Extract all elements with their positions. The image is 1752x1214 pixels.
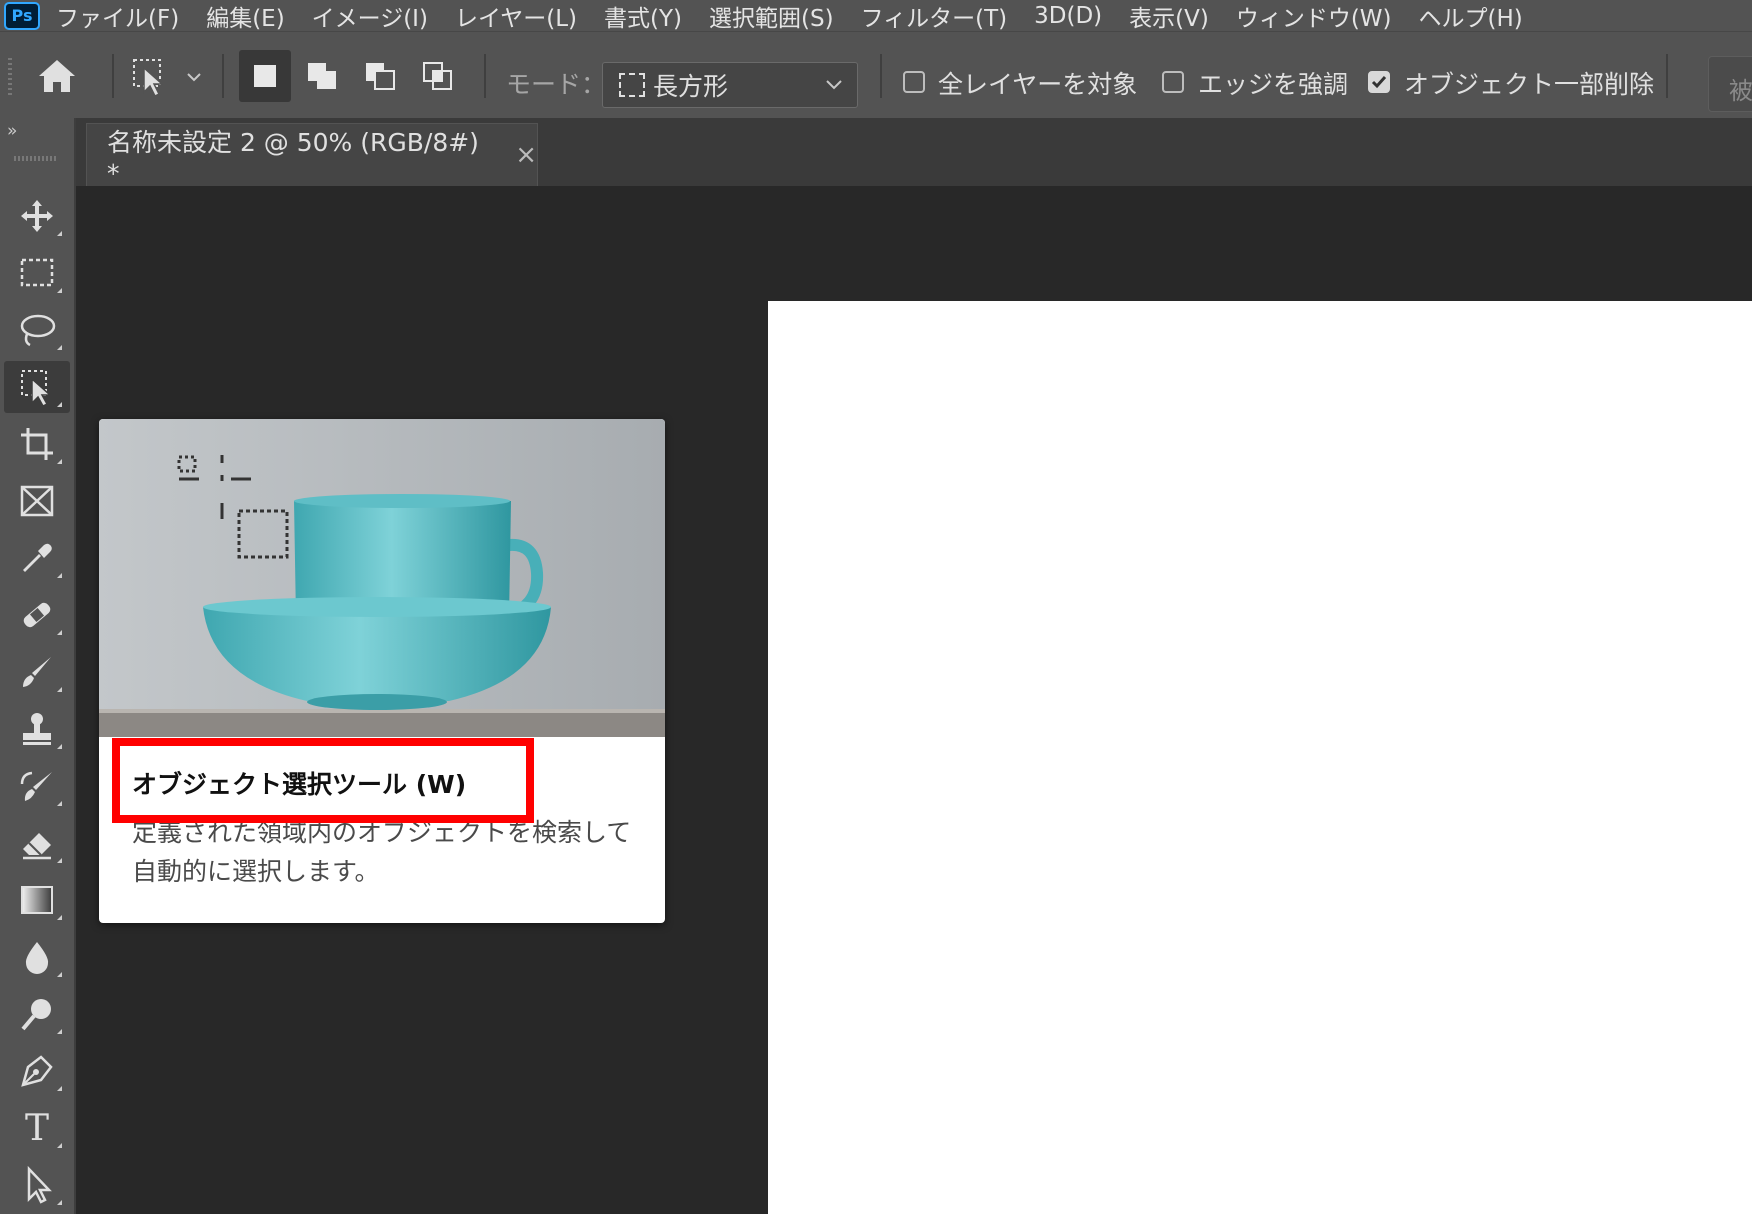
history-brush-tool[interactable]	[4, 760, 70, 812]
intersect-selection-button[interactable]	[412, 50, 464, 102]
brush-tool-icon	[23, 657, 51, 687]
brush-tool[interactable]	[4, 646, 70, 698]
collapse-panel-icon[interactable]: »	[7, 121, 17, 141]
menu-help[interactable]: ヘルプ(H)	[1419, 0, 1523, 33]
options-bar-grip[interactable]	[8, 58, 12, 96]
blur-tool-icon	[25, 942, 49, 974]
mode-select-value: 長方形	[653, 72, 729, 101]
menu-view[interactable]: 表示(V)	[1129, 0, 1209, 33]
enhance-edge-checkbox[interactable]	[1162, 71, 1184, 93]
document-tab-bar: 名称未設定 2 @ 50% (RGB/8#) * ×	[0, 118, 1752, 188]
new-selection-icon	[254, 65, 276, 87]
close-tab-icon[interactable]: ×	[515, 140, 537, 170]
lasso-tool-icon	[20, 314, 56, 347]
annotation-highlight-box	[112, 738, 534, 823]
tools-panel-grip[interactable]	[14, 156, 58, 161]
intersect-selection-icon	[423, 62, 452, 90]
type-tool-icon: T	[24, 1107, 49, 1149]
object-selection-tool[interactable]	[4, 361, 70, 413]
path-selection-tool[interactable]	[4, 1159, 70, 1211]
frame-tool-icon	[20, 485, 54, 517]
photoshop-logo: Ps	[4, 1, 40, 30]
home-icon	[39, 60, 75, 92]
type-tool[interactable]: T	[4, 1102, 70, 1154]
healing-brush-tool-icon	[23, 602, 51, 628]
lasso-tool[interactable]	[4, 304, 70, 356]
add-to-selection-button[interactable]	[296, 50, 348, 102]
menu-type[interactable]: 書式(Y)	[604, 0, 682, 33]
rectangle-mode-icon	[619, 73, 645, 97]
checkmark-icon	[1371, 76, 1387, 89]
menu-select[interactable]: 選択範囲(S)	[709, 0, 834, 33]
sample-all-layers-checkbox[interactable]	[903, 71, 925, 93]
object-selection-icon	[133, 59, 201, 98]
tool-preset-picker[interactable]	[130, 56, 206, 100]
marquee-tool-icon	[20, 258, 54, 287]
blur-tool[interactable]	[4, 931, 70, 983]
object-subtract-checkbox[interactable]	[1368, 71, 1390, 93]
path-selection-tool-icon	[27, 1166, 52, 1204]
eyedropper-tool-icon	[23, 543, 52, 572]
enhance-edge-label: エッジを強調	[1198, 70, 1349, 99]
crop-tool[interactable]	[4, 418, 70, 470]
move-tool-icon	[21, 200, 53, 232]
menu-image[interactable]: イメージ(I)	[312, 0, 428, 33]
pen-tool[interactable]	[4, 1045, 70, 1097]
select-subject-button[interactable]: 被	[1708, 56, 1752, 112]
dodge-tool[interactable]	[4, 988, 70, 1040]
clone-stamp-tool[interactable]	[4, 703, 70, 755]
add-selection-icon	[308, 63, 336, 89]
tooltip-description: 定義された領域内のオブジェクトを検索して自動的に選択します。	[132, 818, 632, 886]
document-tab[interactable]: 名称未設定 2 @ 50% (RGB/8#) * ×	[86, 123, 538, 188]
tooltip-preview-image	[99, 419, 665, 737]
options-bar: モード： 長方形 全レイヤーを対象 エッジを強調 オブジェクト一部削除 被	[0, 31, 1752, 118]
object-selection-tool-icon	[21, 370, 52, 406]
eraser-tool[interactable]	[4, 817, 70, 869]
menu-edit[interactable]: 編集(E)	[206, 0, 284, 33]
dodge-tool-icon	[21, 999, 51, 1031]
subtract-selection-button[interactable]	[354, 50, 406, 102]
marquee-tool[interactable]	[4, 247, 70, 299]
mode-select[interactable]: 長方形	[602, 62, 858, 108]
eyedropper-tool[interactable]	[4, 532, 70, 584]
object-subtract-label: オブジェクト一部削除	[1404, 70, 1655, 99]
clone-stamp-tool-icon	[23, 713, 51, 745]
menu-bar: Ps ファイル(F) 編集(E) イメージ(I) レイヤー(L) 書式(Y) 選…	[0, 0, 1752, 33]
tool-tooltip: オブジェクト選択ツール (W) 定義された領域内のオブジェクトを検索して自動的に…	[99, 419, 665, 923]
menu-window[interactable]: ウィンドウ(W)	[1236, 0, 1392, 33]
document-canvas[interactable]	[768, 301, 1752, 1214]
menu-3d[interactable]: 3D(D)	[1034, 3, 1102, 29]
history-brush-tool-icon	[20, 771, 52, 801]
document-tab-title: 名称未設定 2 @ 50% (RGB/8#) *	[107, 127, 479, 188]
new-selection-button[interactable]	[239, 50, 291, 102]
eraser-tool-icon	[23, 833, 51, 860]
sample-all-layers-label: 全レイヤーを対象	[938, 70, 1138, 99]
frame-tool[interactable]	[4, 475, 70, 527]
move-tool[interactable]	[4, 190, 70, 242]
home-button[interactable]	[36, 56, 78, 100]
menu-filter[interactable]: フィルター(T)	[861, 0, 1008, 33]
subtract-selection-icon	[366, 63, 395, 90]
tools-panel: » T	[0, 118, 76, 1214]
pen-tool-icon	[21, 1055, 53, 1087]
crop-tool-icon	[21, 428, 53, 460]
menu-file[interactable]: ファイル(F)	[56, 0, 179, 33]
mode-label: モード：	[506, 70, 607, 99]
menu-layer[interactable]: レイヤー(L)	[455, 0, 577, 33]
gradient-tool[interactable]	[4, 874, 70, 926]
chevron-down-icon	[826, 80, 842, 90]
healing-brush-tool[interactable]	[4, 589, 70, 641]
gradient-tool-icon	[21, 886, 53, 914]
